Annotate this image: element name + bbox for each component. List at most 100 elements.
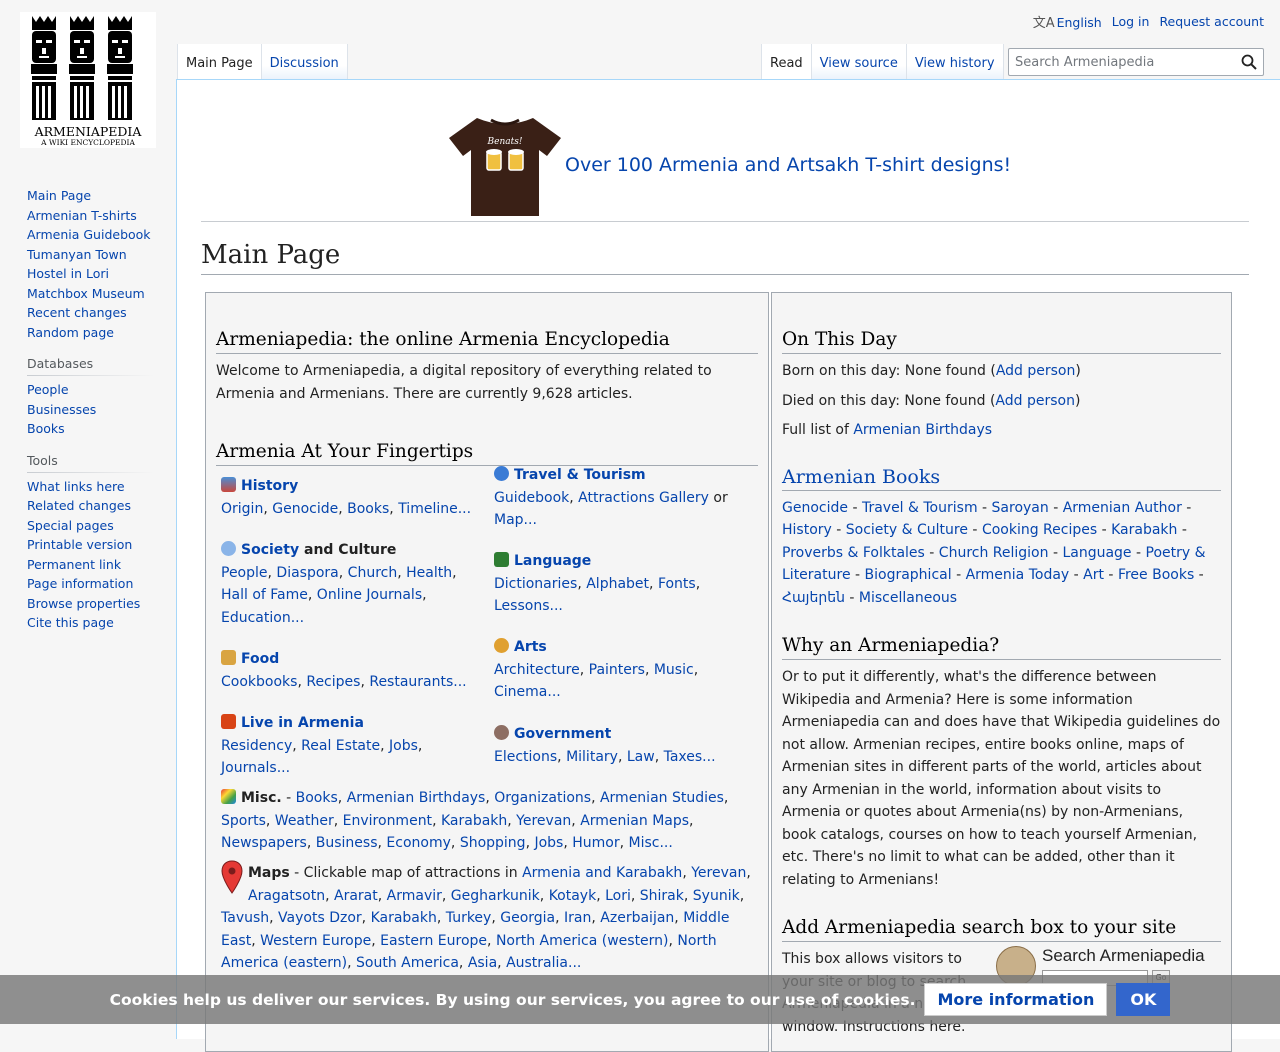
- link-diaspora[interactable]: Diaspora: [276, 565, 338, 581]
- login-link[interactable]: Log in: [1112, 14, 1150, 29]
- language-link[interactable]: English: [1057, 15, 1102, 30]
- link-jobs[interactable]: Jobs: [534, 835, 563, 851]
- tab-view-source[interactable]: View source: [811, 44, 907, 80]
- link-lessons[interactable]: Lessons...: [494, 598, 563, 614]
- link-journals[interactable]: Journals...: [221, 760, 290, 776]
- link-jobs[interactable]: Jobs: [389, 738, 418, 754]
- armenian-birthdays-link[interactable]: Armenian Birthdays: [853, 422, 992, 438]
- link-genocide[interactable]: Genocide: [272, 501, 338, 517]
- sidebar-item-browse-properties[interactable]: Browse properties: [27, 594, 167, 614]
- link-shopping[interactable]: Shopping: [460, 835, 526, 851]
- sidebar-item-main-page[interactable]: Main Page: [27, 186, 167, 206]
- armenian-books-heading[interactable]: Armenian Books: [782, 464, 1221, 491]
- link-weather[interactable]: Weather: [275, 813, 334, 829]
- link-armenian-studies[interactable]: Armenian Studies: [600, 790, 724, 806]
- book-link-armenian-author[interactable]: Armenian Author: [1063, 500, 1182, 516]
- site-logo[interactable]: ARMENIAPEDIA A WIKI ENCYCLOPEDIA: [20, 12, 156, 148]
- link-military[interactable]: Military: [566, 749, 618, 765]
- book-link-travel-tourism[interactable]: Travel & Tourism: [862, 500, 978, 516]
- book-link-armenian[interactable]: Հայերեն: [782, 590, 845, 606]
- sidebar-item-cite-this-page[interactable]: Cite this page: [27, 613, 167, 633]
- book-link-saroyan[interactable]: Saroyan: [992, 500, 1049, 516]
- society-link[interactable]: Society: [241, 542, 299, 558]
- book-link-genocide[interactable]: Genocide: [782, 500, 848, 516]
- sidebar-item-businesses[interactable]: Businesses: [27, 400, 167, 420]
- link-karabakh[interactable]: Karabakh: [371, 910, 437, 926]
- link-sports[interactable]: Sports: [221, 813, 266, 829]
- link-misc[interactable]: Misc...: [629, 835, 673, 851]
- link-taxes[interactable]: Taxes...: [664, 749, 716, 765]
- link-business[interactable]: Business: [316, 835, 378, 851]
- sidebar-item-permanent-link[interactable]: Permanent link: [27, 555, 167, 575]
- book-link-church-religion[interactable]: Church Religion: [939, 545, 1049, 561]
- link-residency[interactable]: Residency: [221, 738, 292, 754]
- link-health[interactable]: Health: [406, 565, 452, 581]
- link-vayots-dzor[interactable]: Vayots Dzor: [278, 910, 362, 926]
- search-input[interactable]: [1009, 49, 1229, 75]
- link-north-america-western[interactable]: North America (western): [496, 933, 669, 949]
- link-dictionaries[interactable]: Dictionaries: [494, 576, 577, 592]
- add-person-born-link[interactable]: Add person: [996, 363, 1076, 379]
- tab-read[interactable]: Read: [761, 44, 812, 80]
- link-real-estate[interactable]: Real Estate: [301, 738, 380, 754]
- sidebar-item-matchbox-museum[interactable]: Matchbox Museum: [27, 284, 167, 304]
- link-people[interactable]: People: [221, 565, 268, 581]
- tshirt-banner[interactable]: Benats! Over 100 Armenia and Artsakh T-s…: [447, 112, 1011, 218]
- book-link-karabakh[interactable]: Karabakh: [1111, 522, 1177, 538]
- link-books[interactable]: Books: [296, 790, 338, 806]
- add-person-died-link[interactable]: Add person: [995, 393, 1075, 409]
- book-link-proverbs-folktales[interactable]: Proverbs & Folktales: [782, 545, 925, 561]
- history-link[interactable]: History: [241, 478, 298, 494]
- sidebar-item-books[interactable]: Books: [27, 419, 167, 439]
- link-syunik[interactable]: Syunik: [693, 888, 740, 904]
- link-attractions-gallery[interactable]: Attractions Gallery: [578, 490, 709, 506]
- tab-discussion[interactable]: Discussion: [261, 44, 348, 80]
- link-asia[interactable]: Asia: [468, 955, 497, 971]
- book-link-armenia-today[interactable]: Armenia Today: [966, 567, 1070, 583]
- food-link[interactable]: Food: [241, 651, 279, 667]
- link-cookbooks[interactable]: Cookbooks: [221, 674, 297, 690]
- link-music[interactable]: Music: [654, 662, 694, 678]
- link-law[interactable]: Law: [627, 749, 655, 765]
- sidebar-item-hostel-in-lori[interactable]: Hostel in Lori: [27, 264, 167, 284]
- link-shirak[interactable]: Shirak: [640, 888, 684, 904]
- ok-button[interactable]: OK: [1116, 983, 1171, 1016]
- book-link-society-culture[interactable]: Society & Culture: [846, 522, 968, 538]
- link-armenia-and-karabakh[interactable]: Armenia and Karabakh: [522, 865, 682, 881]
- link-online-journals[interactable]: Online Journals: [317, 587, 422, 603]
- link-architecture[interactable]: Architecture: [494, 662, 580, 678]
- link-australia[interactable]: Australia...: [506, 955, 581, 971]
- link-kotayk[interactable]: Kotayk: [549, 888, 597, 904]
- search-icon[interactable]: [1241, 54, 1257, 70]
- language-selector[interactable]: 文A English: [1033, 12, 1102, 31]
- sidebar-item-tumanyan-town[interactable]: Tumanyan Town: [27, 245, 167, 265]
- sidebar-item-recent-changes[interactable]: Recent changes: [27, 303, 167, 323]
- link-humor[interactable]: Humor: [572, 835, 619, 851]
- sidebar-item-what-links-here[interactable]: What links here: [27, 477, 167, 497]
- arts-link[interactable]: Arts: [514, 639, 547, 655]
- sidebar-item-people[interactable]: People: [27, 380, 167, 400]
- link-lori[interactable]: Lori: [605, 888, 631, 904]
- link-azerbaijan[interactable]: Azerbaijan: [600, 910, 674, 926]
- sidebar-item-armenia-guidebook[interactable]: Armenia Guidebook: [27, 225, 167, 245]
- link-tavush[interactable]: Tavush: [221, 910, 269, 926]
- link-georgia[interactable]: Georgia: [500, 910, 555, 926]
- sidebar-item-page-information[interactable]: Page information: [27, 574, 167, 594]
- link-karabakh[interactable]: Karabakh: [441, 813, 507, 829]
- link-painters[interactable]: Painters: [589, 662, 645, 678]
- link-economy[interactable]: Economy: [386, 835, 450, 851]
- tshirt-banner-link[interactable]: Over 100 Armenia and Artsakh T-shirt des…: [565, 154, 1011, 176]
- request-account-link[interactable]: Request account: [1159, 14, 1264, 29]
- link-organizations[interactable]: Organizations: [494, 790, 591, 806]
- live-link[interactable]: Live in Armenia: [241, 715, 364, 731]
- book-link-art[interactable]: Art: [1083, 567, 1104, 583]
- sidebar-item-armenian-t-shirts[interactable]: Armenian T-shirts: [27, 206, 167, 226]
- book-link-biographical[interactable]: Biographical: [865, 567, 952, 583]
- link-eastern-europe[interactable]: Eastern Europe: [380, 933, 487, 949]
- book-link-miscellaneous[interactable]: Miscellaneous: [859, 590, 957, 606]
- sidebar-item-printable-version[interactable]: Printable version: [27, 535, 167, 555]
- book-link-cooking-recipes[interactable]: Cooking Recipes: [982, 522, 1097, 538]
- link-south-america[interactable]: South America: [356, 955, 459, 971]
- link-newspapers[interactable]: Newspapers: [221, 835, 307, 851]
- travel-map-link[interactable]: Map...: [494, 512, 537, 528]
